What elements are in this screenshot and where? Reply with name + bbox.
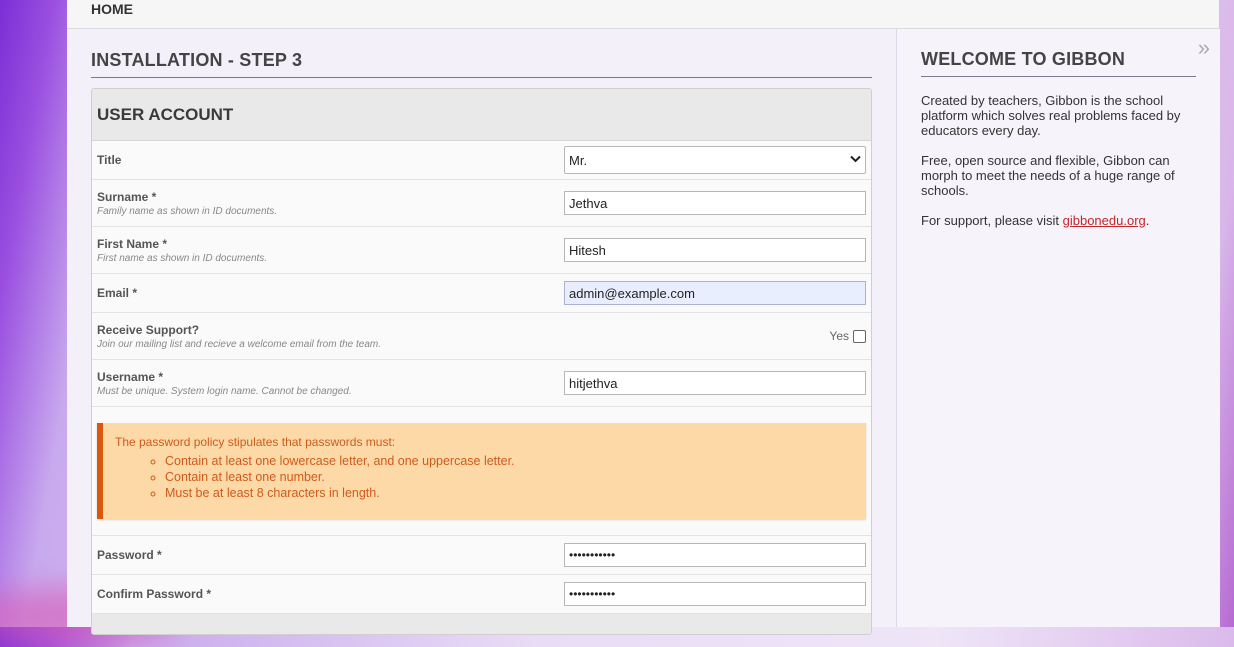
password-row: Password * ••••••••••• <box>92 536 871 575</box>
surname-hint: Family name as shown in ID documents. <box>97 205 278 217</box>
support-checkbox[interactable] <box>853 329 866 343</box>
surname-label: Surname * <box>97 189 157 204</box>
email-input[interactable]: admin@example.com <box>564 281 866 305</box>
support-text-suffix: . <box>1145 213 1150 228</box>
page-title: INSTALLATION - STEP 3 <box>91 29 872 78</box>
sidebar-paragraph: Created by teachers, Gibbon is the schoo… <box>921 93 1181 138</box>
firstname-label: First Name * <box>97 236 168 251</box>
confirm-password-label: Confirm Password * <box>97 587 212 601</box>
policy-item: Contain at least one number. <box>165 469 854 485</box>
email-row: Email * admin@example.com <box>92 274 871 313</box>
password-label: Password * <box>97 548 162 562</box>
support-yes-label: Yes <box>829 329 849 343</box>
top-nav: HOME <box>67 0 1219 29</box>
form-footer <box>92 614 871 634</box>
support-hint: Join our mailing list and recieve a welc… <box>97 338 382 350</box>
sidebar-paragraph: Free, open source and flexible, Gibbon c… <box>921 153 1175 198</box>
email-label: Email * <box>97 286 138 300</box>
main-content: INSTALLATION - STEP 3 USER ACCOUNT Title… <box>91 29 872 635</box>
sidebar-title: WELCOME TO GIBBON <box>921 49 1196 77</box>
title-select-value: Mr. <box>569 152 588 168</box>
confirm-password-row: Confirm Password * ••••••••••• <box>92 575 871 614</box>
page-container: HOME INSTALLATION - STEP 3 USER ACCOUNT … <box>67 0 1220 635</box>
gibbonedu-link[interactable]: gibbonedu.org <box>1063 213 1146 228</box>
support-option: Yes <box>829 329 866 343</box>
support-row: Receive Support? Join our mailing list a… <box>92 313 871 360</box>
section-title: USER ACCOUNT <box>97 104 234 124</box>
section-header: USER ACCOUNT <box>92 89 871 141</box>
username-input[interactable]: hitjethva <box>564 371 866 395</box>
username-row: Username * Must be unique. System login … <box>92 360 871 407</box>
policy-intro: The password policy stipulates that pass… <box>115 435 396 449</box>
title-label: Title <box>97 153 122 167</box>
firstname-input[interactable]: Hitesh <box>564 238 866 262</box>
firstname-hint: First name as shown in ID documents. <box>97 252 268 264</box>
support-label: Receive Support? <box>97 322 200 337</box>
policy-item: Contain at least one lowercase letter, a… <box>165 453 854 469</box>
password-policy-notice: The password policy stipulates that pass… <box>97 423 866 519</box>
sidebar: » WELCOME TO GIBBON Created by teachers,… <box>896 29 1220 627</box>
policy-item: Must be at least 8 characters in length. <box>165 485 854 501</box>
title-select[interactable]: Mr. <box>564 146 866 174</box>
policy-list: Contain at least one lowercase letter, a… <box>115 453 854 501</box>
surname-input[interactable]: Jethva <box>564 191 866 215</box>
home-link[interactable]: HOME <box>91 1 133 17</box>
firstname-row: First Name * First name as shown in ID d… <box>92 227 871 274</box>
title-row: Title Mr. <box>92 141 871 180</box>
support-text-prefix: For support, please visit <box>921 213 1063 228</box>
username-label: Username * <box>97 369 164 384</box>
username-hint: Must be unique. System login name. Canno… <box>97 385 352 397</box>
user-account-form: USER ACCOUNT Title Mr. Surname * Family … <box>91 88 872 635</box>
confirm-password-input[interactable]: ••••••••••• <box>564 582 866 606</box>
password-input[interactable]: ••••••••••• <box>564 543 866 567</box>
policy-row: The password policy stipulates that pass… <box>92 423 871 536</box>
sidebar-support-text: For support, please visit gibbonedu.org. <box>921 213 1196 228</box>
surname-row: Surname * Family name as shown in ID doc… <box>92 180 871 227</box>
chevron-down-icon <box>850 154 861 166</box>
